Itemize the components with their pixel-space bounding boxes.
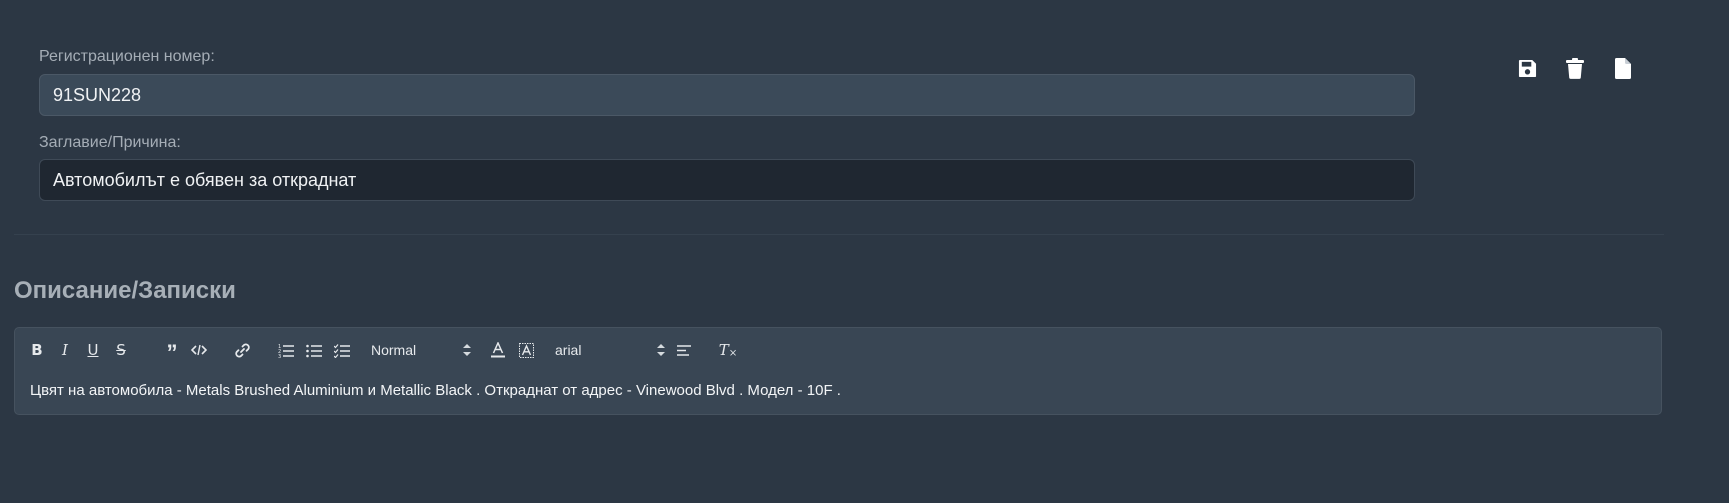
code-button[interactable]	[190, 340, 208, 360]
checklist-icon	[333, 343, 350, 358]
select-arrows-icon	[657, 344, 665, 356]
strike-button[interactable]: S	[113, 340, 129, 360]
editor-toolbar: B I U S ” 1 2 3 Normal arial T ×	[15, 328, 1661, 370]
bullet-list-icon	[305, 344, 322, 357]
registration-label: Регистрационен номер:	[39, 48, 215, 65]
ordered-list-button[interactable]: 1 2 3	[277, 340, 295, 360]
text-color-button[interactable]	[489, 340, 507, 360]
clear-formatting-button[interactable]: T ×	[719, 340, 737, 360]
section-divider	[14, 234, 1664, 235]
new-document-button[interactable]	[1612, 56, 1634, 80]
bullet-list-button[interactable]	[305, 340, 323, 360]
delete-button[interactable]	[1564, 56, 1586, 80]
clear-formatting-icon: T	[718, 341, 729, 359]
svg-text:3: 3	[278, 354, 281, 358]
description-heading: Описание/Записки	[14, 277, 236, 304]
editor-content[interactable]: Цвят на автомобила - Metals Brushed Alum…	[30, 382, 841, 399]
floppy-disk-icon	[1518, 59, 1536, 77]
file-icon	[1615, 57, 1631, 79]
font-size-select[interactable]: Normal	[371, 340, 471, 360]
blockquote-button[interactable]: ”	[163, 340, 181, 364]
text-color-icon	[491, 342, 505, 358]
remove-mark-icon: ×	[728, 347, 738, 359]
ordered-list-icon: 1 2 3	[278, 344, 294, 358]
select-arrows-icon	[463, 344, 471, 356]
underline-button[interactable]: U	[85, 340, 101, 360]
font-family-value: arial	[555, 342, 582, 358]
bold-button[interactable]: B	[29, 340, 45, 360]
font-family-select[interactable]: arial	[555, 340, 665, 360]
font-size-value: Normal	[371, 342, 417, 358]
link-icon	[234, 343, 250, 357]
checklist-button[interactable]	[333, 340, 351, 360]
background-color-icon	[518, 342, 534, 358]
title-label: Заглавие/Причина:	[39, 134, 181, 151]
italic-button[interactable]: I	[57, 340, 73, 360]
save-button[interactable]	[1516, 56, 1538, 80]
trash-icon	[1566, 57, 1584, 79]
align-left-icon	[677, 344, 691, 356]
background-color-button[interactable]	[517, 340, 535, 360]
action-toolbar	[1516, 56, 1634, 80]
registration-input[interactable]	[39, 74, 1415, 116]
link-button[interactable]	[233, 340, 251, 360]
code-icon	[191, 344, 207, 356]
rich-text-editor: B I U S ” 1 2 3 Normal arial T × Цвят на…	[14, 327, 1662, 415]
title-input[interactable]	[39, 159, 1415, 201]
align-button[interactable]	[675, 340, 693, 360]
